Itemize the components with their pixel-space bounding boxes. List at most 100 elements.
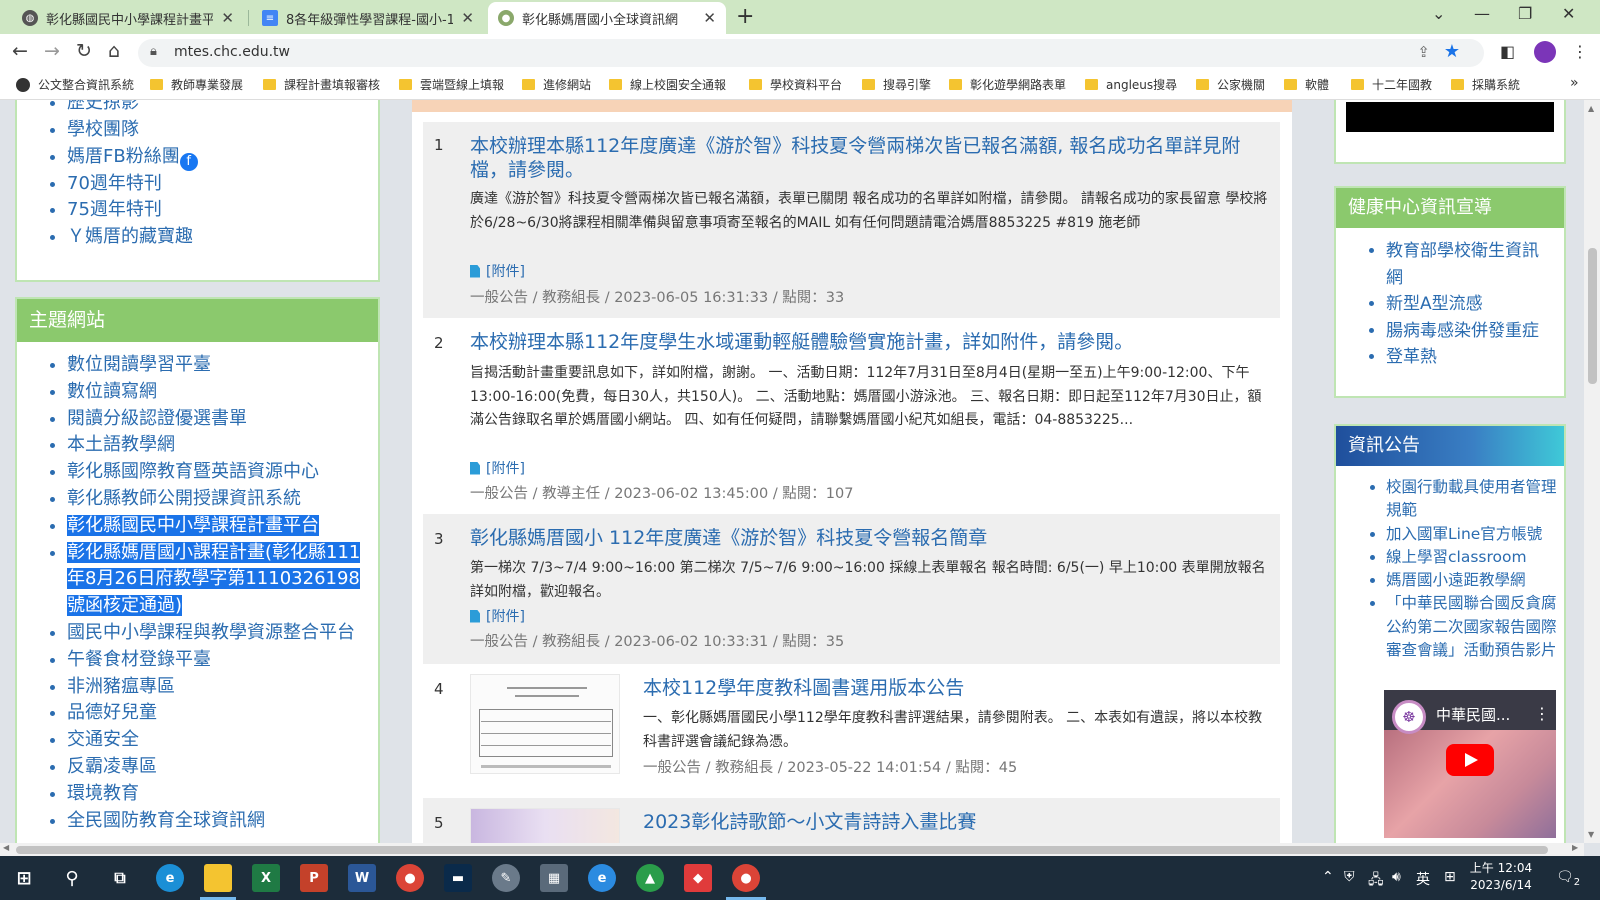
terminal-icon[interactable]: ▬ [444,864,472,892]
volume-icon[interactable]: 🔊︎ [1392,869,1401,885]
list-item[interactable]: 學校團隊 [67,117,198,144]
list-item[interactable]: 品德好兒童 [67,700,367,727]
list-item[interactable]: Ｙ媽厝的藏寶趣 [67,224,198,251]
reload-icon[interactable]: ↻ [76,40,92,62]
bookmark-folder[interactable]: 搜尋引擎 [862,76,931,93]
list-item[interactable]: 交通安全 [67,727,367,754]
embedded-media-block[interactable] [1346,102,1554,132]
list-item[interactable]: 加入國軍Line官方帳號 [1386,523,1558,546]
ime-mode-icon[interactable]: ⊞ [1444,869,1456,885]
list-item[interactable]: 歷史掠影 [67,100,198,117]
excel-icon[interactable]: X [252,864,280,892]
bookmark-folder[interactable]: 教師專業發展 [150,76,243,93]
bookmark-star-icon[interactable]: ★ [1444,41,1460,62]
bookmark-folder[interactable]: 雲端暨線上填報 [399,76,504,93]
bookmark-folder[interactable]: angleus搜尋 [1085,76,1177,93]
scrollbar-thumb[interactable] [1588,248,1597,384]
share-icon[interactable]: ⇪ [1417,43,1430,61]
edge-icon[interactable]: e [156,864,184,892]
home-icon[interactable]: ⌂ [108,40,120,62]
lock-icon[interactable]: 🔒︎ [150,44,157,59]
attachment-link[interactable]: [附件] [470,261,525,281]
bookmark-item[interactable]: 公文整合資訊系統 [16,76,134,93]
bookmark-folder[interactable]: 進修網站 [522,76,591,93]
side-panel-icon[interactable]: ◧ [1500,42,1515,61]
security-icon[interactable]: ⛨ [1344,869,1355,885]
url-text[interactable]: mtes.chc.edu.tw [174,44,290,60]
chrome-icon[interactable]: ● [396,864,424,892]
news-title[interactable]: 本校辦理本縣112年度廣達《游於智》科技夏令營兩梯次皆已報名滿額, 報名成功名單… [470,134,1270,182]
new-tab-button[interactable]: + [736,4,754,29]
bookmark-folder[interactable]: 課程計畫填報審核 [263,76,380,93]
news-title[interactable]: 本校辦理本縣112年度學生水域運動輕艇體驗營實施計畫，詳如附件，請參閱。 [470,330,1270,354]
chrome-icon[interactable]: ● [732,864,760,892]
app-icon[interactable]: ✎ [492,864,520,892]
list-item[interactable]: 媽厝FB粉絲團f [67,144,198,171]
file-explorer-icon[interactable] [204,864,232,892]
avatar[interactable] [1534,41,1556,63]
list-item[interactable]: 彰化縣教師公開授課資訊系統 [67,486,367,513]
bookmark-folder[interactable]: 線上校園安全通報 [609,76,726,93]
list-item[interactable]: 腸病毒感染併發重症 [1386,318,1554,345]
list-item[interactable]: 非洲豬瘟專區 [67,674,367,701]
minimize-icon[interactable]: — [1474,4,1490,23]
bookmark-folder[interactable]: 公家機關 [1196,76,1265,93]
list-item[interactable]: 75週年特刊 [67,197,198,224]
list-item[interactable]: 彰化縣國民中小學課程計畫平台 [67,513,367,540]
bookmark-folder[interactable]: 十二年國教 [1351,76,1432,93]
list-item[interactable]: 數位閱讀學習平臺 [67,352,367,379]
more-icon[interactable]: ⋮ [1534,704,1550,723]
list-item[interactable]: 反霸凌專區 [67,754,367,781]
attachment-link[interactable]: [附件] [470,606,525,626]
facebook-icon[interactable]: f [179,152,198,171]
bookmark-folder[interactable]: 軟體 [1284,76,1329,93]
tab-school-site[interactable]: ● 彰化縣媽厝國小全球資訊網 ✕ [488,2,726,34]
bookmark-folder[interactable]: 採購系統 [1451,76,1520,93]
windows-start-icon[interactable]: ⊞ [10,864,38,892]
tab-course-platform[interactable]: ◍ 彰化縣國民中小學課程計畫平台 ✕ [12,2,244,34]
list-item[interactable]: 彰化縣國際教育暨英語資源中心 [67,459,367,486]
chevron-down-icon[interactable]: ⌄ [1432,4,1445,23]
drive-icon[interactable]: ▲ [636,864,664,892]
play-icon[interactable] [1446,744,1494,776]
back-icon[interactable]: ← [12,40,28,62]
close-icon[interactable]: ✕ [221,9,234,27]
scroll-down-icon[interactable]: ▼ [1588,830,1594,839]
window-close-icon[interactable]: ✕ [1562,4,1575,23]
close-icon[interactable]: ✕ [703,9,716,27]
poetry-contest-thumbnail[interactable] [470,808,620,843]
list-item[interactable]: 新型A型流感 [1386,291,1554,318]
list-item[interactable]: 彰化縣媽厝國小課程計畫(彰化縣111年8月26日府教學字第1110326198號… [67,540,367,620]
list-item[interactable]: 線上學習classroom [1386,546,1558,569]
list-item[interactable]: 數位讀寫網 [67,379,367,406]
bookmark-folder[interactable]: 彰化遊學網路表單 [949,76,1066,93]
list-item[interactable]: 午餐食材登錄平臺 [67,647,367,674]
horizontal-scrollbar[interactable]: ◀ ▶ [0,843,1584,856]
video-title[interactable]: 中華民國... [1436,704,1510,725]
textbook-table-thumbnail[interactable] [470,674,620,774]
close-icon[interactable]: ✕ [461,9,474,27]
scroll-right-icon[interactable]: ▶ [1572,843,1578,852]
vertical-scrollbar[interactable]: ▲ ▼ [1584,100,1600,843]
list-item[interactable]: 「中華民國聯合國反貪腐公約第二次國家報告國際審查會議」活動預告影片 [1386,592,1558,662]
restore-icon[interactable]: ❐ [1518,4,1532,23]
list-item[interactable]: 環境教育 [67,781,367,808]
scroll-left-icon[interactable]: ◀ [3,843,9,852]
forward-icon[interactable]: → [44,40,60,62]
list-item[interactable]: 媽厝國小遠距教學網 [1386,569,1558,592]
attachment-link[interactable]: [附件] [470,458,525,478]
news-title[interactable]: 彰化縣媽厝國小 112年度廣達《游於智》科技夏令營報名簡章 [470,526,1270,550]
news-title[interactable]: 2023彰化詩歌節～小文青詩詩入畫比賽 [643,810,1263,834]
chevron-up-icon[interactable]: ⌃ [1322,869,1334,885]
list-item[interactable]: 校園行動載具使用者管理規範 [1386,476,1558,523]
ime-indicator[interactable]: 英 [1416,869,1430,889]
network-icon[interactable]: 🖧︎ [1368,869,1384,893]
menu-icon[interactable]: ⋮ [1572,42,1588,61]
list-item[interactable]: 本土語教學網 [67,432,367,459]
notification-icon[interactable]: 🗨︎2 [1556,869,1580,888]
internet-explorer-icon[interactable]: e [588,864,616,892]
list-item[interactable]: 國民中小學課程與教學資源整合平台 [67,620,367,647]
clock[interactable]: 上午 12:04 2023/6/14 [1468,860,1534,894]
list-item[interactable]: 閱讀分級認證優選書單 [67,406,367,433]
list-item[interactable]: 登革熱 [1386,344,1554,371]
